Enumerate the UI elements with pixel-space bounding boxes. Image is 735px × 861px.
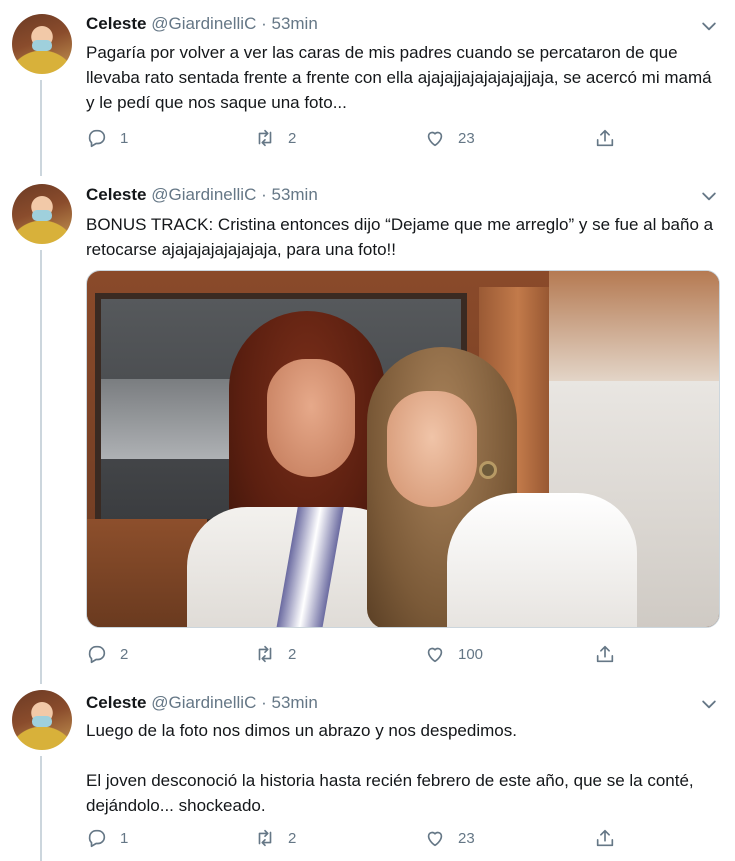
- user-handle[interactable]: @GiardinelliC: [151, 14, 256, 33]
- reply-button[interactable]: 2: [86, 640, 128, 668]
- retweet-icon: [258, 829, 272, 847]
- timestamp[interactable]: 53min: [271, 185, 317, 204]
- avatar[interactable]: [12, 14, 72, 74]
- share-icon: [596, 129, 614, 147]
- like-icon: [427, 647, 443, 663]
- retweet-icon: [258, 129, 272, 147]
- user-handle[interactable]: @GiardinelliC: [151, 185, 256, 204]
- photo-person-right-body: [447, 493, 637, 627]
- tweet-photo[interactable]: [86, 270, 720, 628]
- photo-person-right-face: [387, 391, 477, 507]
- chevron-down-icon[interactable]: [699, 694, 719, 714]
- user-handle[interactable]: @GiardinelliC: [151, 693, 256, 712]
- photo-ceiling: [549, 271, 719, 391]
- tweet-header: Celeste @GiardinelliC · 53min: [86, 184, 318, 206]
- tweet[interactable]: Celeste @GiardinelliC · 53min Luego de l…: [0, 680, 735, 861]
- tweet-text: BONUS TRACK: Cristina entonces dijo “Dej…: [86, 215, 714, 259]
- display-name[interactable]: Celeste: [86, 693, 146, 712]
- share-button[interactable]: [594, 640, 616, 668]
- share-button[interactable]: [594, 124, 616, 152]
- like-button[interactable]: 100: [424, 640, 483, 668]
- like-button[interactable]: 23: [424, 824, 475, 852]
- tweet-text: Pagaría por volver a ver las caras de mi…: [86, 43, 712, 112]
- reply-count: 1: [120, 829, 129, 847]
- retweet-button[interactable]: 2: [254, 640, 296, 668]
- photo-person-left-face: [267, 359, 355, 477]
- tweet-actions: 1 2 23: [86, 124, 626, 152]
- timestamp[interactable]: 53min: [271, 14, 317, 33]
- tweet-actions: 1 2 23: [86, 824, 626, 852]
- separator-dot: ·: [261, 14, 267, 33]
- like-button[interactable]: 23: [424, 124, 475, 152]
- tweet-text: Luego de la foto nos dimos un abrazo y n…: [86, 721, 694, 815]
- tweet[interactable]: Celeste @GiardinelliC · 53min Pagaría po…: [0, 0, 735, 170]
- tweet-header: Celeste @GiardinelliC · 53min: [86, 692, 318, 714]
- chevron-down-icon[interactable]: [699, 186, 719, 206]
- like-icon: [427, 131, 443, 147]
- reply-icon: [88, 829, 106, 848]
- retweet-count: 2: [288, 829, 297, 847]
- share-button[interactable]: [594, 824, 616, 852]
- retweet-icon: [258, 645, 272, 663]
- reply-icon: [88, 129, 106, 148]
- share-icon: [596, 829, 614, 847]
- separator-dot: ·: [261, 693, 267, 712]
- chevron-down-icon[interactable]: [699, 16, 719, 36]
- retweet-count: 2: [288, 129, 297, 147]
- retweet-button[interactable]: 2: [254, 824, 296, 852]
- avatar[interactable]: [12, 690, 72, 750]
- timestamp[interactable]: 53min: [271, 693, 317, 712]
- reply-button[interactable]: 1: [86, 824, 128, 852]
- share-icon: [596, 645, 614, 663]
- reply-icon: [88, 645, 106, 664]
- separator-dot: ·: [261, 185, 267, 204]
- display-name[interactable]: Celeste: [86, 14, 146, 33]
- like-count: 100: [458, 645, 484, 663]
- display-name[interactable]: Celeste: [86, 185, 146, 204]
- tweet-header: Celeste @GiardinelliC · 53min: [86, 13, 318, 35]
- reply-count: 1: [120, 129, 129, 147]
- reply-button[interactable]: 1: [86, 124, 128, 152]
- like-count: 23: [458, 829, 475, 847]
- like-icon: [427, 831, 443, 847]
- reply-count: 2: [120, 645, 129, 663]
- retweet-count: 2: [288, 645, 297, 663]
- photo-earring: [479, 461, 497, 479]
- like-count: 23: [458, 129, 475, 147]
- retweet-button[interactable]: 2: [254, 124, 296, 152]
- tweet-actions: 2 2 100: [86, 640, 626, 668]
- avatar[interactable]: [12, 184, 72, 244]
